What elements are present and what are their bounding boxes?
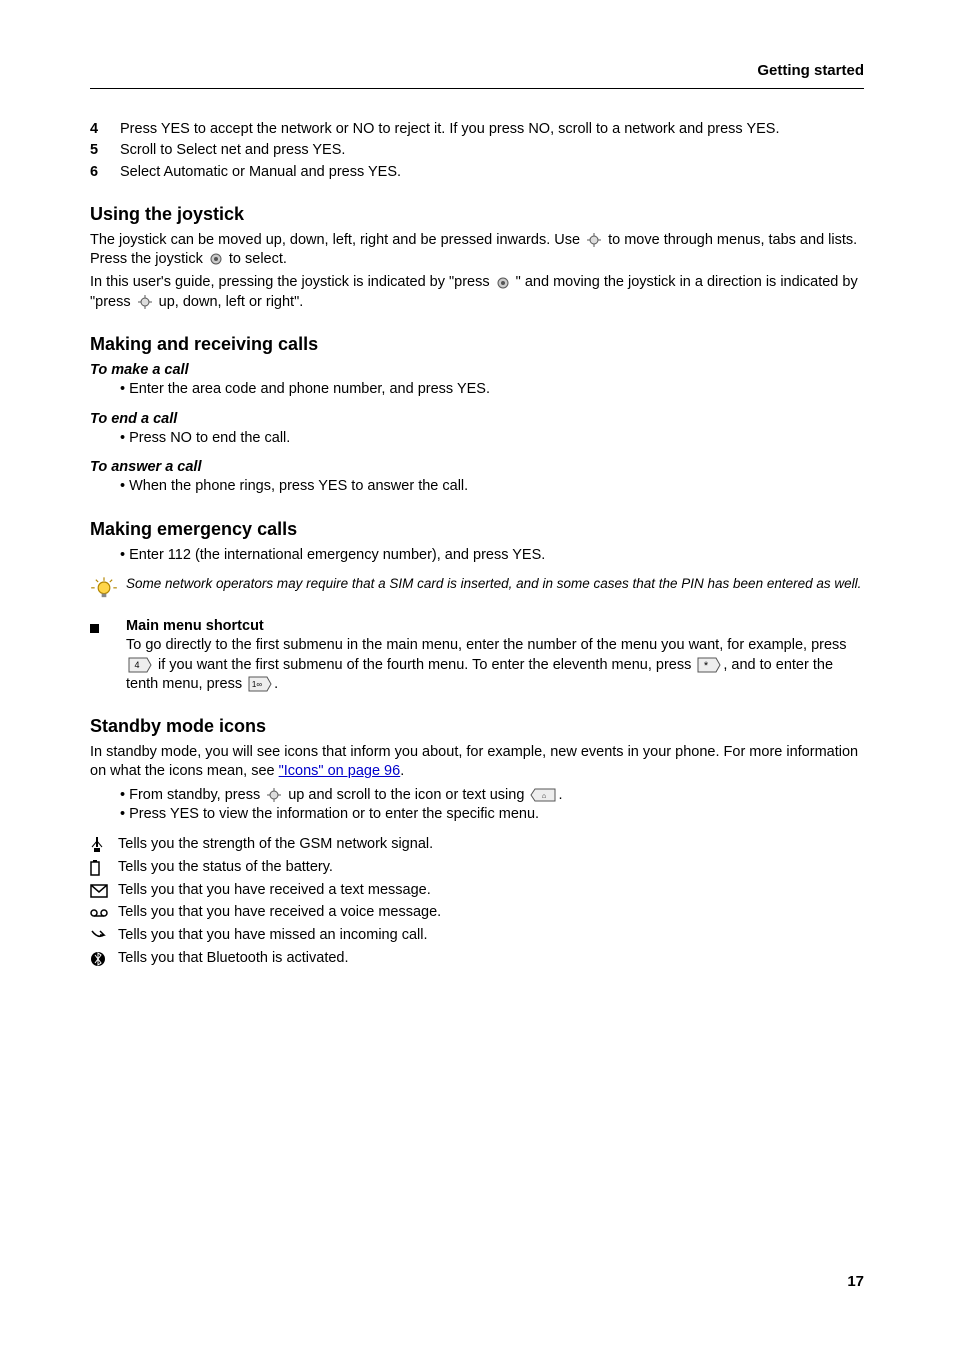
step-6: 6 Select Automatic or Manual and press Y… xyxy=(90,163,864,182)
section-using-joystick: Using the joystick xyxy=(90,204,864,225)
key-4-icon: 4 xyxy=(128,657,152,673)
bluetooth-icon xyxy=(90,951,118,967)
para-joystick-1: The joystick can be moved up, down, left… xyxy=(90,231,864,270)
icon-row-battery: Tells you the status of the battery. xyxy=(90,857,864,879)
icon-desc: Tells you that you have received a voice… xyxy=(118,902,441,924)
para-shortcut: To go directly to the first submenu in t… xyxy=(126,636,864,694)
header-rule xyxy=(90,88,864,89)
svg-text:*: * xyxy=(704,660,709,672)
step-emergency: • Enter 112 (the international emergency… xyxy=(120,546,864,565)
section-calls: Making and receiving calls xyxy=(90,334,864,355)
lightbulb-icon xyxy=(90,575,126,607)
page-header: Getting started xyxy=(757,62,864,79)
icon-row-sms: Tells you that you have received a text … xyxy=(90,880,864,902)
tip-emergency: Some network operators may require that … xyxy=(90,575,864,607)
step-number: 6 xyxy=(90,163,120,182)
subhead-answer-call: To answer a call xyxy=(90,458,864,477)
icon-desc: Tells you the status of the battery. xyxy=(118,857,333,879)
svg-text:⌂: ⌂ xyxy=(542,793,546,800)
key-back-icon: ⌂ xyxy=(530,788,556,802)
signal-icon xyxy=(90,837,118,853)
step-make-call: • Enter the area code and phone number, … xyxy=(120,380,864,399)
step-number: 5 xyxy=(90,141,120,160)
svg-text:1∞: 1∞ xyxy=(252,680,262,689)
step-answer-call: • When the phone rings, press YES to ans… xyxy=(120,477,864,496)
step-text: Scroll to Select net and press YES. xyxy=(120,141,864,160)
step-4: 4 Press YES to accept the network or NO … xyxy=(90,120,864,139)
icon-row-signal: Tells you the strength of the GSM networ… xyxy=(90,834,864,856)
step-number: 4 xyxy=(90,120,120,139)
key-1-icon: 1∞ xyxy=(248,676,272,692)
page-number: 17 xyxy=(847,1273,864,1290)
step-end-call: • Press NO to end the call. xyxy=(120,429,864,448)
section-shortcut-title: Main menu shortcut xyxy=(126,617,864,636)
square-bullet-icon xyxy=(90,617,126,633)
icon-row-missed: Tells you that you have missed an incomi… xyxy=(90,925,864,947)
icon-desc: Tells you that you have received a text … xyxy=(118,880,431,902)
step-standby-1: • From standby, press up and scroll to t… xyxy=(120,786,864,805)
step-standby-2: • Press YES to view the information or t… xyxy=(120,805,864,824)
icon-desc: Tells you that Bluetooth is activated. xyxy=(118,948,349,970)
subhead-make-call: To make a call xyxy=(90,361,864,380)
joystick-icon xyxy=(266,787,282,803)
step-5: 5 Scroll to Select net and press YES. xyxy=(90,141,864,160)
joystick-press-icon xyxy=(209,252,223,266)
missed-call-icon xyxy=(90,929,118,943)
joystick-press-icon xyxy=(496,276,510,290)
subhead-end-call: To end a call xyxy=(90,410,864,429)
joystick-icon xyxy=(137,294,153,310)
joystick-icon xyxy=(586,232,602,248)
para-joystick-2: In this user's guide, pressing the joyst… xyxy=(90,273,864,312)
battery-icon xyxy=(90,860,118,876)
section-emergency: Making emergency calls xyxy=(90,519,864,540)
envelope-icon xyxy=(90,884,118,898)
key-star-icon: * xyxy=(697,657,721,673)
icon-row-bluetooth: Tells you that Bluetooth is activated. xyxy=(90,948,864,970)
step-text: Press YES to accept the network or NO to… xyxy=(120,120,864,139)
icon-desc: Tells you the strength of the GSM networ… xyxy=(118,834,433,856)
section-standby-icons: Standby mode icons xyxy=(90,716,864,737)
para-standby-intro: In standby mode, you will see icons that… xyxy=(90,743,864,782)
tip-text: Some network operators may require that … xyxy=(126,575,864,593)
voicemail-icon xyxy=(90,907,118,919)
step-text: Select Automatic or Manual and press YES… xyxy=(120,163,864,182)
icon-desc: Tells you that you have missed an incomi… xyxy=(118,925,428,947)
link-icons-page[interactable]: "Icons" on page 96 xyxy=(279,763,401,779)
svg-text:4: 4 xyxy=(134,660,139,670)
icon-row-voicemail: Tells you that you have received a voice… xyxy=(90,902,864,924)
